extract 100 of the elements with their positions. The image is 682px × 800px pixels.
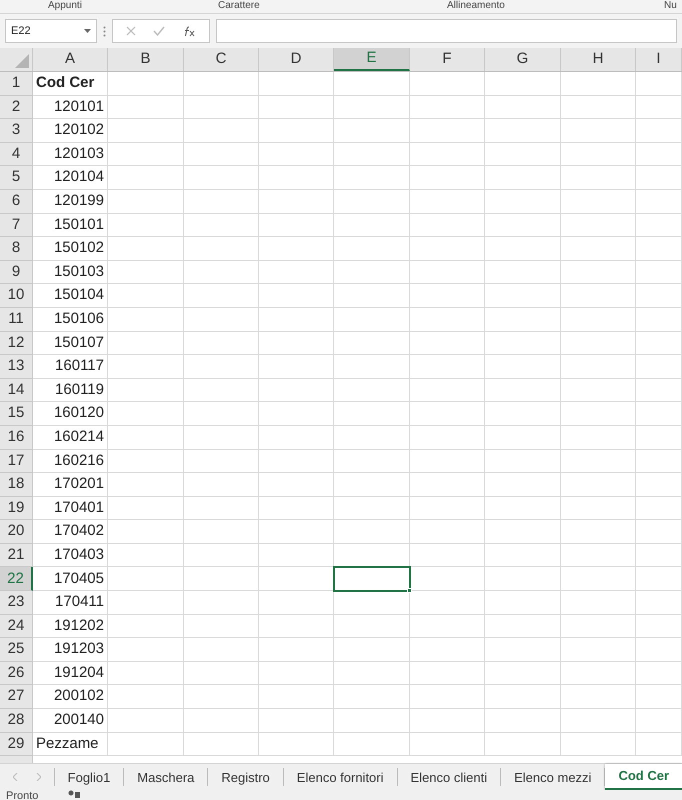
sheet-tab[interactable]: Maschera xyxy=(124,768,208,786)
row-header[interactable]: 24 xyxy=(0,614,33,638)
table-cell: 191203 xyxy=(33,638,108,662)
fill-handle-icon[interactable] xyxy=(407,588,412,594)
table-cell: 200102 xyxy=(33,685,108,710)
scroll-right-icon[interactable] xyxy=(36,773,41,781)
table-cell xyxy=(636,426,682,450)
table-cell xyxy=(636,520,682,544)
drag-handle-icon[interactable] xyxy=(103,26,106,36)
sheet-tab[interactable]: Elenco fornitori xyxy=(284,768,398,786)
table-cell xyxy=(636,166,682,190)
table-cell xyxy=(636,402,682,426)
row-header[interactable]: 5 xyxy=(0,166,33,190)
table-cell: 160214 xyxy=(33,426,108,450)
table-cell: 150102 xyxy=(33,237,108,261)
row-header[interactable]: 12 xyxy=(0,332,33,356)
row-header[interactable]: 23 xyxy=(0,591,33,615)
row-header[interactable]: 16 xyxy=(0,426,33,450)
row-header[interactable]: 20 xyxy=(0,520,33,544)
sheet-tab[interactable]: Registro xyxy=(208,768,284,786)
corner-triangle-icon xyxy=(15,54,29,68)
ribbon-group-label: Appunti xyxy=(48,0,82,12)
table-cell xyxy=(636,614,682,638)
table-cell xyxy=(636,142,682,166)
sheet-tab[interactable]: Foglio1 xyxy=(54,768,124,786)
table-cell xyxy=(636,544,682,568)
row-header[interactable]: 3 xyxy=(0,119,33,143)
sheet-tab[interactable]: Cod Cer xyxy=(605,764,682,790)
name-box[interactable]: E22 xyxy=(5,19,97,43)
row-header[interactable]: 26 xyxy=(0,662,33,686)
column-header[interactable]: C xyxy=(184,48,259,71)
table-cell: 150104 xyxy=(33,284,108,308)
row-header[interactable]: 28 xyxy=(0,709,33,733)
selected-cell[interactable] xyxy=(334,567,410,592)
row-header[interactable]: 19 xyxy=(0,496,33,520)
row-header[interactable]: 13 xyxy=(0,355,33,379)
table-cell xyxy=(636,496,682,520)
function-icon[interactable] xyxy=(183,26,196,36)
row-header[interactable]: 9 xyxy=(0,260,33,284)
ribbon-group-label: Carattere xyxy=(218,0,260,12)
table-cell: 120102 xyxy=(33,119,108,143)
table-cell: 150106 xyxy=(33,308,108,332)
table-cell: 120104 xyxy=(33,166,108,190)
formula-input-field[interactable] xyxy=(216,19,677,43)
table-cell: 160120 xyxy=(33,402,108,426)
row-header[interactable]: 4 xyxy=(0,142,33,166)
table-cell xyxy=(636,332,682,356)
column-header[interactable]: B xyxy=(108,48,184,71)
checkmark-icon[interactable] xyxy=(153,26,166,36)
table-cell: 120101 xyxy=(33,96,108,120)
table-cell xyxy=(636,662,682,686)
row-header[interactable]: 10 xyxy=(0,284,33,308)
macro-record-icon[interactable] xyxy=(68,790,80,798)
row-header[interactable]: 11 xyxy=(0,308,33,332)
column-header[interactable]: E xyxy=(334,48,410,71)
cancel-icon[interactable] xyxy=(126,26,136,36)
table-cell: 170411 xyxy=(33,591,108,615)
table-cell xyxy=(636,308,682,332)
table-cell xyxy=(636,685,682,710)
row-header[interactable]: 7 xyxy=(0,214,33,238)
table-cell xyxy=(636,214,682,238)
row-header[interactable]: 8 xyxy=(0,237,33,261)
column-header[interactable]: A xyxy=(33,48,108,71)
table-cell: 170201 xyxy=(33,473,108,497)
column-header[interactable]: F xyxy=(410,48,485,71)
row-header[interactable]: 29 xyxy=(0,732,33,756)
table-cell: 150103 xyxy=(33,260,108,284)
row-header[interactable]: 15 xyxy=(0,402,33,426)
column-header[interactable]: H xyxy=(561,48,636,71)
table-cell xyxy=(636,284,682,308)
row-header[interactable]: 17 xyxy=(0,450,33,474)
table-cell: 170402 xyxy=(33,520,108,544)
row-header[interactable]: 6 xyxy=(0,190,33,214)
table-cell: 191202 xyxy=(33,614,108,638)
row-header[interactable]: 2 xyxy=(0,96,33,120)
row-header[interactable]: 25 xyxy=(0,638,33,662)
row-header[interactable] xyxy=(0,756,33,763)
table-cell xyxy=(636,378,682,402)
dropdown-caret-icon xyxy=(84,29,91,33)
row-header[interactable]: 27 xyxy=(0,685,33,710)
column-header[interactable]: I xyxy=(636,48,682,71)
row-header[interactable]: 22 xyxy=(0,567,33,592)
table-cell: 160119 xyxy=(33,378,108,402)
row-header[interactable]: 14 xyxy=(0,378,33,402)
table-cell: 200140 xyxy=(33,709,108,733)
table-cell xyxy=(636,260,682,284)
row-header[interactable]: 1 xyxy=(0,72,33,96)
sheet-tab[interactable]: Elenco clienti xyxy=(398,768,502,786)
ribbon-group-label: Allineamento xyxy=(447,0,505,12)
scroll-left-icon[interactable] xyxy=(12,773,18,781)
row-header[interactable]: 21 xyxy=(0,544,33,568)
table-cell: 170405 xyxy=(33,567,108,592)
row-header[interactable]: 18 xyxy=(0,473,33,497)
table-cell xyxy=(636,638,682,662)
column-header[interactable]: G xyxy=(485,48,561,71)
table-cell: 150101 xyxy=(33,214,108,238)
table-cell xyxy=(636,709,682,733)
table-cell: 170401 xyxy=(33,496,108,520)
table-cell xyxy=(636,190,682,214)
table-cell xyxy=(636,96,682,120)
